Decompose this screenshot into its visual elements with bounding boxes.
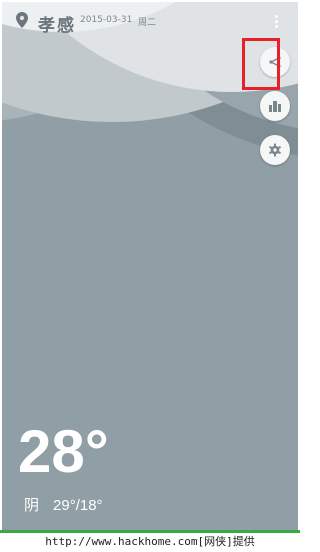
share-highlight-box <box>242 38 280 90</box>
settings-button[interactable] <box>260 135 290 165</box>
current-temperature: 28° <box>18 418 109 485</box>
weekday-label: 周二 <box>138 18 157 28</box>
city-list-button[interactable] <box>260 91 290 121</box>
watermark-text: http://www.hackhome.com[网侠]提供 <box>45 535 255 548</box>
weather-condition: 阴 <box>24 497 40 514</box>
watermark-footer: http://www.hackhome.com[网侠]提供 <box>0 530 300 552</box>
city-buildings-icon <box>269 101 281 112</box>
map-pin-icon <box>16 12 28 28</box>
top-bar: 孝感 2015-03-31 周二 <box>2 2 298 42</box>
date-label: 2015-03-31 <box>80 15 133 25</box>
gear-icon <box>269 143 281 157</box>
watermark-bar <box>0 530 300 533</box>
weather-summary: 阴 29°/18° <box>24 494 103 515</box>
weather-screen: 孝感 2015-03-31 周二 28° 阴 29°/18° <box>2 2 298 530</box>
city-name[interactable]: 孝感 <box>38 11 76 36</box>
more-vertical-icon[interactable] <box>268 10 284 32</box>
temperature-range: 29°/18° <box>53 497 103 514</box>
